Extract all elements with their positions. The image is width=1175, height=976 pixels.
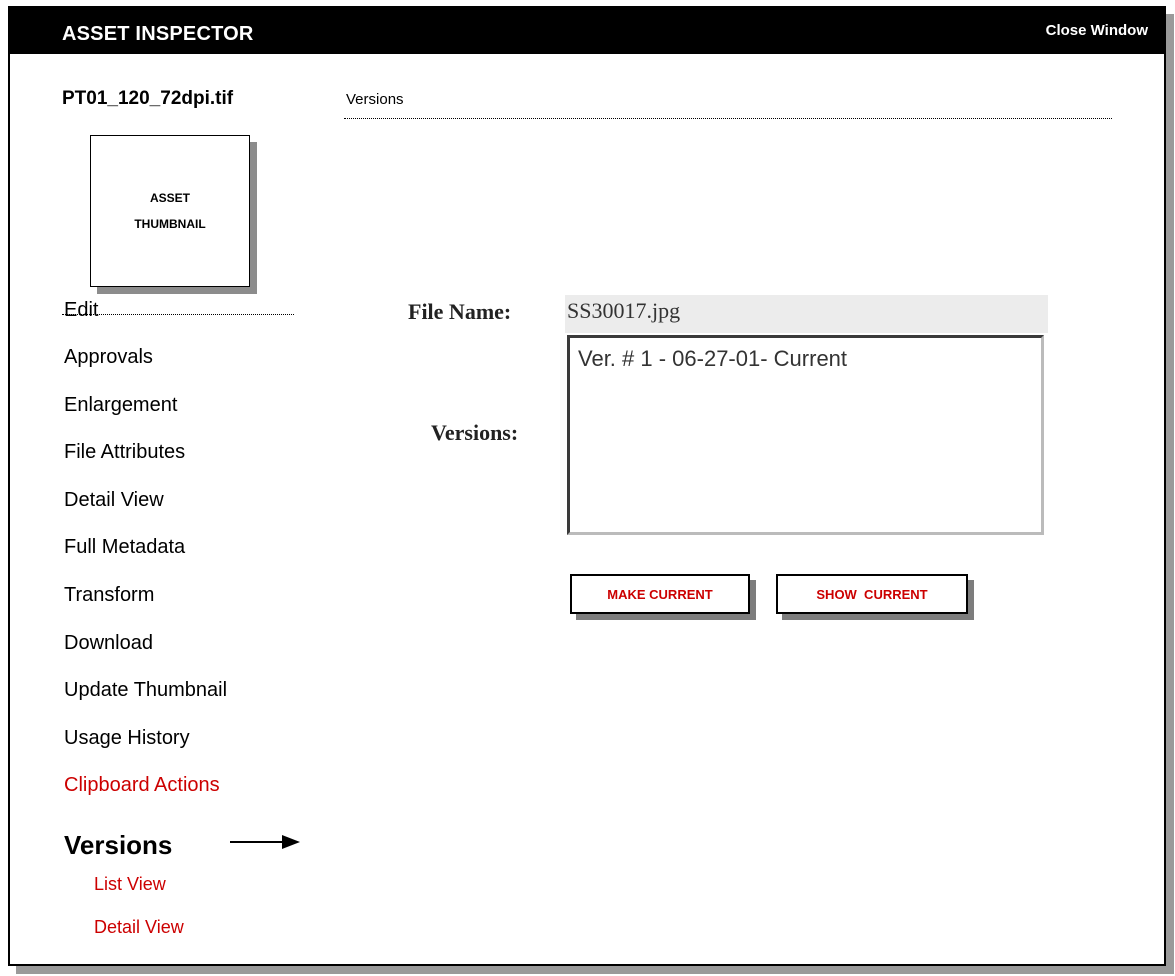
window-title: ASSET INSPECTOR xyxy=(62,23,254,45)
nav-subitem-list-view[interactable]: List View xyxy=(94,874,166,895)
file-name-label: File Name: xyxy=(408,299,512,324)
nav-item-clipboard-actions[interactable]: Clipboard Actions xyxy=(64,774,220,797)
nav-subitem-detail-view[interactable]: Detail View xyxy=(94,917,184,938)
close-window-link[interactable]: Close Window xyxy=(1046,22,1148,39)
nav-item-transform[interactable]: Transform xyxy=(64,584,154,607)
versions-label: Versions: xyxy=(431,420,519,445)
nav-versions-heading: Versions xyxy=(64,830,173,860)
nav-item-detail-view[interactable]: Detail View xyxy=(64,489,164,512)
versions-listbox[interactable]: Ver. # 1 - 06-27-01- Current xyxy=(567,335,1044,535)
nav-item-enlargement[interactable]: Enlargement xyxy=(64,394,177,417)
file-name-value: SS30017.jpg xyxy=(567,298,681,323)
section-divider xyxy=(344,118,1112,119)
asset-file-name: PT01_120_72dpi.tif xyxy=(62,88,234,109)
title-bar: ASSET INSPECTOR Close Window xyxy=(10,8,1164,54)
arrow-right-icon xyxy=(230,835,300,849)
thumbnail-label-line-1: ASSET xyxy=(149,191,190,205)
nav-item-update-thumbnail[interactable]: Update Thumbnail xyxy=(64,679,227,702)
section-title: Versions xyxy=(346,91,404,108)
show-current-button[interactable]: SHOW CURRENT xyxy=(776,574,968,614)
nav-item-full-metadata[interactable]: Full Metadata xyxy=(64,536,185,559)
nav-item-approvals[interactable]: Approvals xyxy=(64,346,153,369)
asset-thumbnail: ASSET THUMBNAIL xyxy=(90,135,250,287)
make-current-button[interactable]: MAKE CURRENT xyxy=(570,574,750,614)
nav-item-usage-history[interactable]: Usage History xyxy=(64,727,190,750)
asset-inspector-window: ASSET INSPECTOR Close Window PT01_120_72… xyxy=(8,6,1166,966)
version-option[interactable]: Ver. # 1 - 06-27-01- Current xyxy=(578,346,847,372)
nav-item-file-attributes[interactable]: File Attributes xyxy=(64,441,185,464)
thumbnail-label-line-2: THUMBNAIL xyxy=(134,217,206,231)
nav-item-download[interactable]: Download xyxy=(64,632,153,655)
nav-item-edit[interactable]: Edit xyxy=(64,299,98,322)
